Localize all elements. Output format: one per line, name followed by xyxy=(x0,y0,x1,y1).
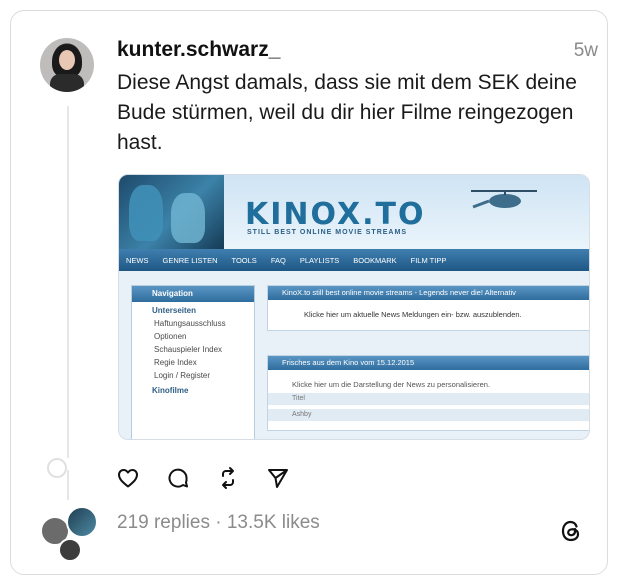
site-logo: KINOX.TO xyxy=(245,197,426,232)
fresh-panel-body: Klicke hier um die Darstellung der News … xyxy=(292,380,491,389)
fresh-panel-column: Titel xyxy=(268,393,589,405)
nav-film-tipp: FILM TIPP xyxy=(410,255,447,265)
avatar xyxy=(58,538,82,562)
nav-news: NEWS xyxy=(126,255,149,265)
avatar xyxy=(66,506,98,538)
nav-tools: TOOLS xyxy=(231,255,257,265)
nav-bookmark: BOOKMARK xyxy=(353,255,397,265)
sidebar-header: Navigation xyxy=(132,286,254,302)
nav-genre-listen: GENRE LISTEN xyxy=(162,255,218,265)
post-stats[interactable]: 219 replies · 13.5K likes xyxy=(117,512,320,534)
repost-icon[interactable] xyxy=(216,466,240,490)
fresh-panel-header: Frisches aus dem Kino vom 15.12.2015 xyxy=(268,356,589,370)
thread-loop xyxy=(47,458,67,478)
site-body: Navigation Unterseiten Haftungsausschlus… xyxy=(119,271,589,439)
helicopter-art xyxy=(471,190,537,209)
sidebar-item: Optionen xyxy=(154,332,187,341)
heart-icon[interactable] xyxy=(116,466,140,490)
post-actions xyxy=(116,466,290,490)
sidebar-section-unterseiten: Unterseiten xyxy=(152,306,197,315)
news-panel-header: KinoX.to still best online movie streams… xyxy=(268,286,589,300)
sidebar-item: Regie Index xyxy=(154,358,197,367)
comment-icon[interactable] xyxy=(166,466,190,490)
fresh-panel-row: Ashby xyxy=(268,409,589,421)
banner-artwork xyxy=(119,175,224,249)
sidebar-item: Haftungsausschluss xyxy=(154,319,226,328)
sidebar-item: Login / Register xyxy=(154,371,211,380)
news-panel-body: Klicke hier um aktuelle News Meldungen e… xyxy=(304,310,522,319)
nav-playlists: PLAYLISTS xyxy=(299,255,340,265)
reply-avatars[interactable] xyxy=(40,506,100,562)
news-panel: KinoX.to still best online movie streams… xyxy=(267,285,589,331)
author-username[interactable]: kunter.schwarz_ xyxy=(117,38,280,62)
site-tagline: STILL BEST ONLINE MOVIE STREAMS xyxy=(247,229,407,236)
threads-logo-icon[interactable] xyxy=(558,518,584,544)
send-icon[interactable] xyxy=(266,466,290,490)
sidebar-section-kinofilme: Kinofilme xyxy=(152,386,189,395)
sidebar-item: Schauspieler Index xyxy=(154,345,223,354)
post-text: Diese Angst damals, dass sie mit dem SEK… xyxy=(117,71,577,154)
site-navbar: NEWS GENRE LISTEN TOOLS FAQ PLAYLISTS BO… xyxy=(119,249,589,271)
author-avatar[interactable] xyxy=(40,38,94,92)
nav-faq: FAQ xyxy=(270,255,286,265)
fresh-panel: Frisches aus dem Kino vom 15.12.2015 Kli… xyxy=(267,355,589,431)
thread-line xyxy=(67,106,69,458)
thread-tail xyxy=(67,470,69,500)
site-sidebar: Navigation Unterseiten Haftungsausschlus… xyxy=(131,285,255,439)
embedded-screenshot[interactable]: KINOX.TO STILL BEST ONLINE MOVIE STREAMS… xyxy=(118,174,590,440)
post-timestamp: 5w xyxy=(573,40,598,61)
site-banner: KINOX.TO STILL BEST ONLINE MOVIE STREAMS xyxy=(119,175,589,249)
